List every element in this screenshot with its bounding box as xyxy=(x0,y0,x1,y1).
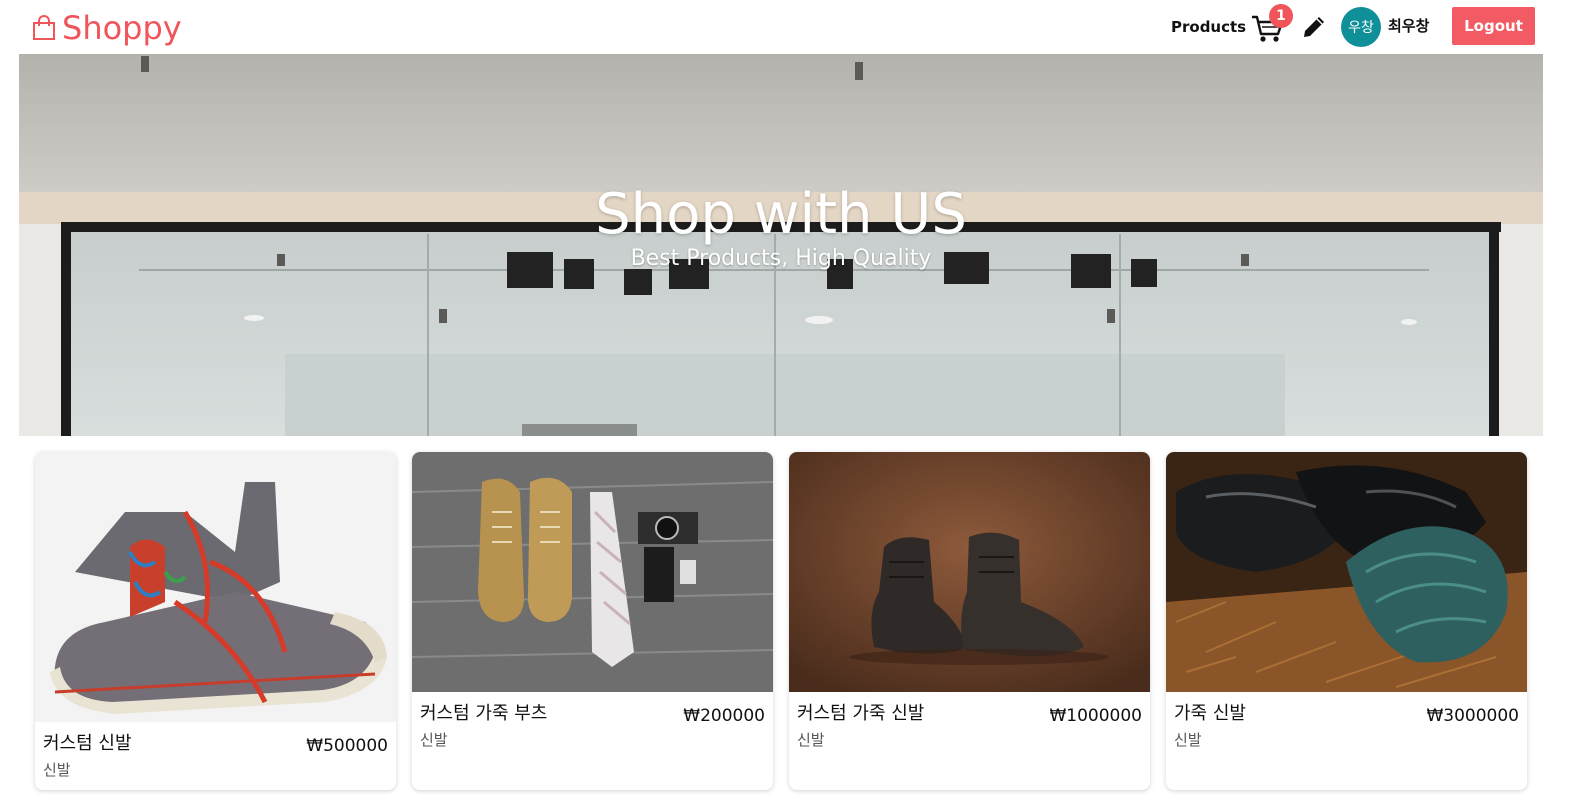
product-price: ₩500000 xyxy=(306,736,388,756)
product-image xyxy=(412,452,773,692)
brand-name: Shoppy xyxy=(62,9,182,47)
nav-products-link[interactable]: Products xyxy=(1171,16,1246,38)
product-category: 신발 xyxy=(797,731,825,749)
product-title: 커스텀 가죽 신발 xyxy=(797,703,925,724)
product-price: ₩1000000 xyxy=(1049,706,1142,726)
product-price: ₩3000000 xyxy=(1426,706,1519,726)
top-navbar: Shoppy Products 1 우창 최우창 Logout xyxy=(0,0,1580,54)
product-title: 가죽 신발 xyxy=(1174,703,1246,724)
product-category: 신발 xyxy=(43,761,71,779)
product-card[interactable]: 커스텀 가죽 부츠 ₩200000 신발 xyxy=(412,452,773,790)
product-card[interactable]: 커스텀 신발 ₩500000 신발 xyxy=(35,452,396,790)
product-image xyxy=(789,452,1150,692)
product-category: 신발 xyxy=(420,731,448,749)
product-category: 신발 xyxy=(1174,731,1202,749)
product-card[interactable]: 가죽 신발 ₩3000000 신발 xyxy=(1166,452,1527,790)
product-image xyxy=(35,452,396,722)
cart-button[interactable]: 1 xyxy=(1251,4,1293,44)
pencil-icon[interactable] xyxy=(1300,13,1328,41)
product-title: 커스텀 가죽 부츠 xyxy=(420,703,548,724)
brand-link[interactable]: Shoppy xyxy=(30,8,182,48)
hero-title: Shop with US xyxy=(595,182,967,247)
hero-subtitle: Best Products, High Quality xyxy=(630,246,932,271)
cart-count-badge: 1 xyxy=(1269,4,1293,28)
product-image xyxy=(1166,452,1527,692)
hero-banner: Shop with US Best Products, High Quality xyxy=(19,54,1543,436)
user-name: 최우창 xyxy=(1388,17,1430,35)
product-card[interactable]: 커스텀 가죽 신발 ₩1000000 신발 xyxy=(789,452,1150,790)
product-title: 커스텀 신발 xyxy=(43,733,132,754)
avatar: 우창 xyxy=(1341,7,1381,47)
product-price: ₩200000 xyxy=(683,706,765,726)
shopping-bag-icon xyxy=(30,14,58,42)
logout-button[interactable]: Logout xyxy=(1452,7,1535,45)
